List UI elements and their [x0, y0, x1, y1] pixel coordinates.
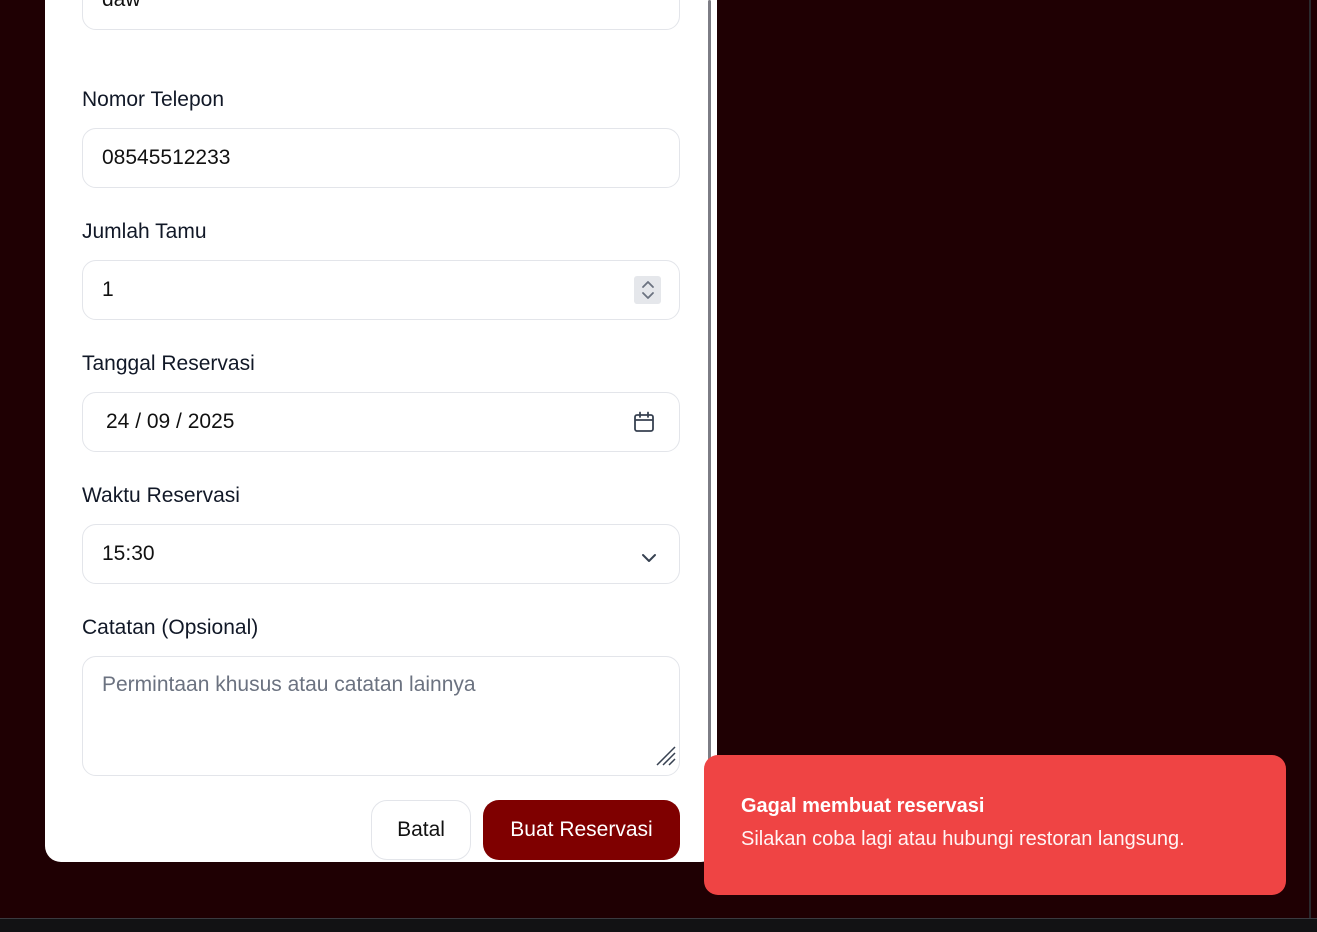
- name-input-value: daw: [102, 0, 141, 12]
- notes-textarea[interactable]: Permintaan khusus atau catatan lainnya: [82, 656, 680, 776]
- date-label: Tanggal Reservasi: [82, 352, 255, 375]
- cancel-button[interactable]: Batal: [371, 800, 471, 860]
- toast-title: Gagal membuat reservasi: [741, 795, 985, 817]
- phone-input-value: 08545512233: [102, 146, 231, 169]
- time-select-value: 15:30: [102, 542, 155, 565]
- reservation-modal: daw Nomor Telepon 08545512233 Jumlah Tam…: [45, 0, 717, 862]
- guests-label: Jumlah Tamu: [82, 220, 207, 243]
- phone-input[interactable]: 08545512233: [82, 128, 680, 188]
- chevron-down-icon: [641, 547, 657, 571]
- calendar-icon[interactable]: [633, 411, 655, 439]
- phone-label: Nomor Telepon: [82, 88, 225, 111]
- date-input-value: 24 / 09 / 2025: [106, 410, 235, 433]
- spinner-arrows-icon[interactable]: [634, 276, 661, 304]
- resize-grip-icon[interactable]: [655, 745, 677, 773]
- date-input[interactable]: 24 / 09 / 2025: [82, 392, 680, 452]
- guests-input[interactable]: 1: [82, 260, 680, 320]
- guests-input-value: 1: [102, 278, 114, 301]
- window-bottom-bar: [0, 918, 1317, 932]
- error-toast[interactable]: Gagal membuat reservasi Silakan coba lag…: [704, 755, 1286, 895]
- notes-label: Catatan (Opsional): [82, 616, 259, 639]
- name-input[interactable]: daw: [82, 0, 680, 30]
- notes-placeholder: Permintaan khusus atau catatan lainnya: [102, 673, 476, 696]
- submit-reservation-button[interactable]: Buat Reservasi: [483, 800, 680, 860]
- time-select[interactable]: 15:30: [82, 524, 680, 584]
- toast-description: Silakan coba lagi atau hubungi restoran …: [741, 828, 1185, 850]
- window-edge: [1309, 0, 1311, 920]
- modal-scrollbar[interactable]: [708, 0, 711, 760]
- time-label: Waktu Reservasi: [82, 484, 240, 507]
